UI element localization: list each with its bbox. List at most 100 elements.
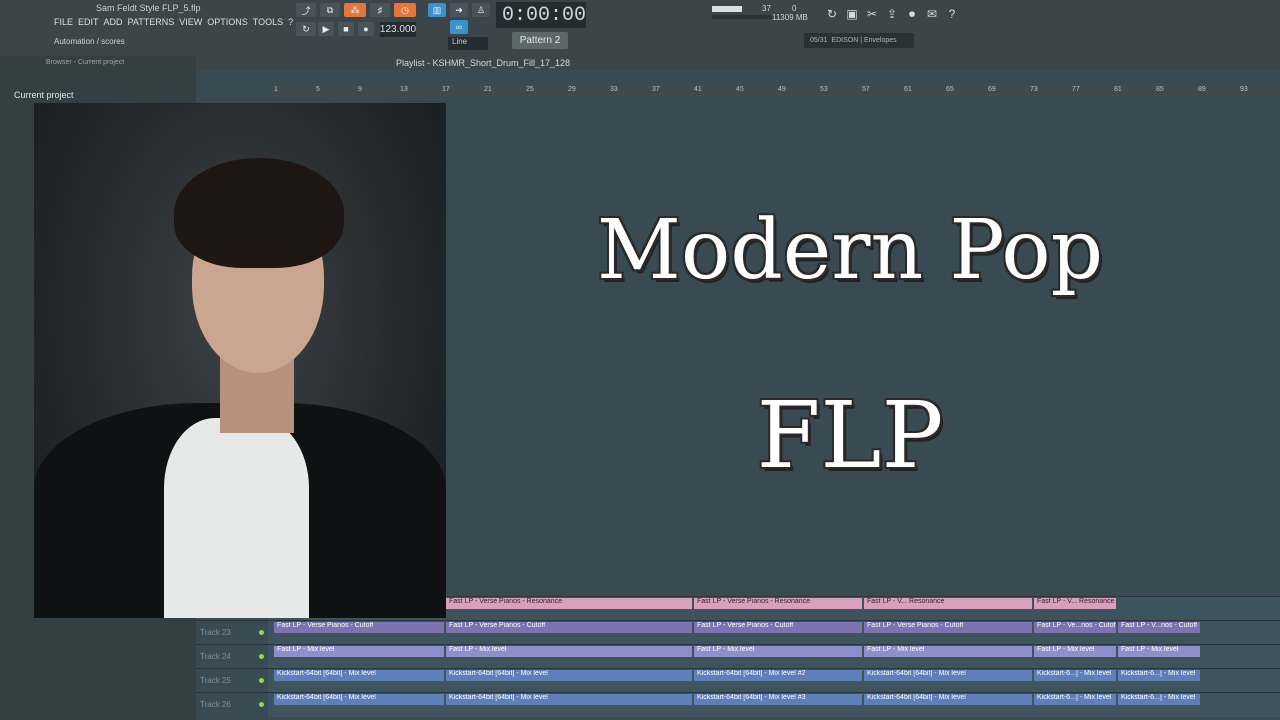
- menu-file[interactable]: FILE: [54, 17, 73, 27]
- automation-clip[interactable]: Fast LP - Mix level: [694, 646, 862, 657]
- automation-clip[interactable]: Fast LP - Verse Pianos - Cutoff: [694, 622, 862, 633]
- menu-edit[interactable]: EDIT: [78, 17, 99, 27]
- automation-clip[interactable]: Kickstart-64bit [64bit] - Mix level: [446, 694, 692, 705]
- stop-icon[interactable]: ■: [338, 22, 354, 36]
- cpu-value: 37: [762, 4, 771, 13]
- cpu-bar: [712, 6, 742, 12]
- automation-clip[interactable]: Fast LP - V... Resonance: [864, 598, 1032, 609]
- automation-clip[interactable]: Kickstart-64bit [64bit] - Mix level: [274, 694, 444, 705]
- automation-clip[interactable]: Fast LP - Mix level: [446, 646, 692, 657]
- track-active-led[interactable]: [259, 630, 264, 635]
- track-label: Track 24: [200, 652, 231, 661]
- playlist-track[interactable]: Track 25 Kickstart-64bit [64bit] - Mix le…: [196, 668, 1280, 693]
- overlay-title: Modern Pop: [596, 203, 1104, 298]
- playlist-track[interactable]: Track 23 Fast LP - Verse Pianos - Cutoff F…: [196, 620, 1280, 645]
- automation-clip[interactable]: Fast LP - Verse Pianos - Cutoff: [274, 622, 444, 633]
- menu-view[interactable]: VIEW: [179, 17, 202, 27]
- tempo-display[interactable]: 123.000: [380, 22, 416, 37]
- ruler-tick-label: 81: [1114, 86, 1122, 93]
- arrow-icon[interactable]: ➜: [450, 3, 468, 17]
- wait-mode-icon[interactable]: ◷: [394, 3, 416, 17]
- automation-clip[interactable]: Fast LP - V... Resonance: [1034, 598, 1116, 609]
- automation-clip[interactable]: Fast LP - Mix level: [1118, 646, 1200, 657]
- menu-options[interactable]: OPTIONS: [207, 17, 248, 27]
- hint-bar: 05/31 EDISON | Envelopes: [804, 33, 914, 48]
- automation-clip[interactable]: Kickstart-6...] - Mix level: [1118, 670, 1200, 681]
- automation-clip[interactable]: Kickstart-64bit [64bit] - Mix level: [274, 670, 444, 681]
- ruler-tick-label: 17: [442, 86, 450, 93]
- menu-help[interactable]: ?: [288, 17, 293, 27]
- automation-clip[interactable]: Fast LP - Verse Pianos - Resonance: [694, 598, 862, 609]
- menu-add[interactable]: ADD: [104, 17, 123, 27]
- track-active-led[interactable]: [259, 654, 264, 659]
- automation-clip[interactable]: Fast LP - Mix level: [274, 646, 444, 657]
- refresh-icon[interactable]: ↻: [824, 6, 840, 22]
- export-icon[interactable]: ⇪: [884, 6, 900, 22]
- pattern-selector[interactable]: Pattern 2: [512, 32, 568, 49]
- automation-clip[interactable]: Fast LP - Verse Pianos - Cutoff: [446, 622, 692, 633]
- automation-clip[interactable]: Fast LP - Verse Pianos - Resonance: [446, 598, 692, 609]
- ruler-tick-label: 25: [526, 86, 534, 93]
- save-icon[interactable]: ▣: [844, 6, 860, 22]
- automation-clip[interactable]: Kickstart-64bit [64bit] - Mix level #2: [694, 670, 862, 681]
- ruler-tick-label: 37: [652, 86, 660, 93]
- record-mode-icon[interactable]: ⁂: [344, 3, 366, 17]
- photo-hair: [174, 158, 344, 268]
- photo-shirt: [164, 418, 309, 618]
- main-toolbar: Sam Feldt Style FLP_5.flp FILE EDIT ADD …: [0, 0, 1280, 57]
- chat-icon[interactable]: ✉: [924, 6, 940, 22]
- track-label: Track 25: [200, 676, 231, 685]
- automation-clip[interactable]: Fast LP - Mix level: [1034, 646, 1116, 657]
- menu-patterns[interactable]: PATTERNS: [128, 17, 175, 27]
- hint-text: Automation / scores: [54, 37, 125, 46]
- automation-clip[interactable]: Kickstart-6...] - Mix level: [1034, 694, 1116, 705]
- ruler-tick-label: 49: [778, 86, 786, 93]
- help-icon[interactable]: ?: [944, 6, 960, 22]
- record-icon[interactable]: ●: [358, 22, 374, 36]
- memory-value: 11309 MB: [772, 13, 808, 22]
- automation-clip[interactable]: Fast LP - Ve...nos - Cutoff: [1034, 622, 1116, 633]
- project-title: Sam Feldt Style FLP_5.flp: [96, 3, 201, 13]
- track-label: Track 26: [200, 700, 231, 709]
- automation-clip[interactable]: Kickstart-64bit [64bit] - Mix level: [446, 670, 692, 681]
- piano-icon[interactable]: ▥: [428, 3, 446, 17]
- track-active-led[interactable]: [259, 678, 264, 683]
- automation-clip[interactable]: Fast LP - Verse Pianos - Cutoff: [864, 622, 1032, 633]
- playlist-track[interactable]: Track 26 Kickstart-64bit [64bit] - Mix le…: [196, 692, 1280, 717]
- playlist-track[interactable]: Track 24 Fast LP - Mix level Fast LP - Mix…: [196, 644, 1280, 669]
- overlay-subtitle: FLP: [756, 382, 944, 489]
- playlist-header: Playlist - KSHMR_Short_Drum_Fill_17_128: [196, 56, 1280, 70]
- automation-clip[interactable]: Fast LP - Mix level: [864, 646, 1032, 657]
- link-icon[interactable]: ∞: [450, 20, 468, 34]
- snap-selector[interactable]: Line: [448, 37, 488, 50]
- ruler-tick-label: 57: [862, 86, 870, 93]
- menu-tools[interactable]: TOOLS: [253, 17, 283, 27]
- ruler-tick-label: 69: [988, 86, 996, 93]
- tool-icon[interactable]: ⧉: [320, 3, 340, 17]
- tool-icon[interactable]: ♯: [370, 3, 390, 17]
- ruler-tick-label: 93: [1240, 86, 1248, 93]
- mic-icon[interactable]: ⏺: [904, 6, 920, 22]
- tool-icon[interactable]: ⤴: [296, 3, 316, 17]
- automation-clip[interactable]: Kickstart-64bit [64bit] - Mix level: [864, 670, 1032, 681]
- cut-icon[interactable]: ✂: [864, 6, 880, 22]
- timeline-ruler[interactable]: 1 5 9 13 17 21 25 29 33 37 41 45 49 53 57 61 65 69 73 77 81 8…: [274, 84, 1280, 96]
- automation-clip[interactable]: Kickstart-64bit [64bit] - Mix level: [864, 694, 1032, 705]
- loop-icon[interactable]: ↻: [296, 22, 316, 36]
- automation-clip[interactable]: Kickstart-6...] - Mix level: [1118, 694, 1200, 705]
- cpu-bar-track: [712, 15, 772, 19]
- ruler-tick-label: 61: [904, 86, 912, 93]
- ruler-tick-label: 89: [1198, 86, 1206, 93]
- ruler-tick-label: 29: [568, 86, 576, 93]
- track-label: Track 23: [200, 628, 231, 637]
- track-active-led[interactable]: [259, 702, 264, 707]
- hint-position: 05/31: [810, 37, 828, 44]
- playlist-title: Playlist - KSHMR_Short_Drum_Fill_17_128: [396, 58, 571, 68]
- metronome-icon[interactable]: ♙: [472, 3, 490, 17]
- automation-clip[interactable]: Fast LP - V...nos - Cutoff: [1118, 622, 1200, 633]
- browser-current-project[interactable]: Current project: [14, 90, 74, 100]
- ruler-tick-label: 45: [736, 86, 744, 93]
- automation-clip[interactable]: Kickstart-6...] - Mix level: [1034, 670, 1116, 681]
- play-icon[interactable]: ▶: [318, 22, 334, 36]
- automation-clip[interactable]: Kickstart-64bit [64bit] - Mix level #3: [694, 694, 862, 705]
